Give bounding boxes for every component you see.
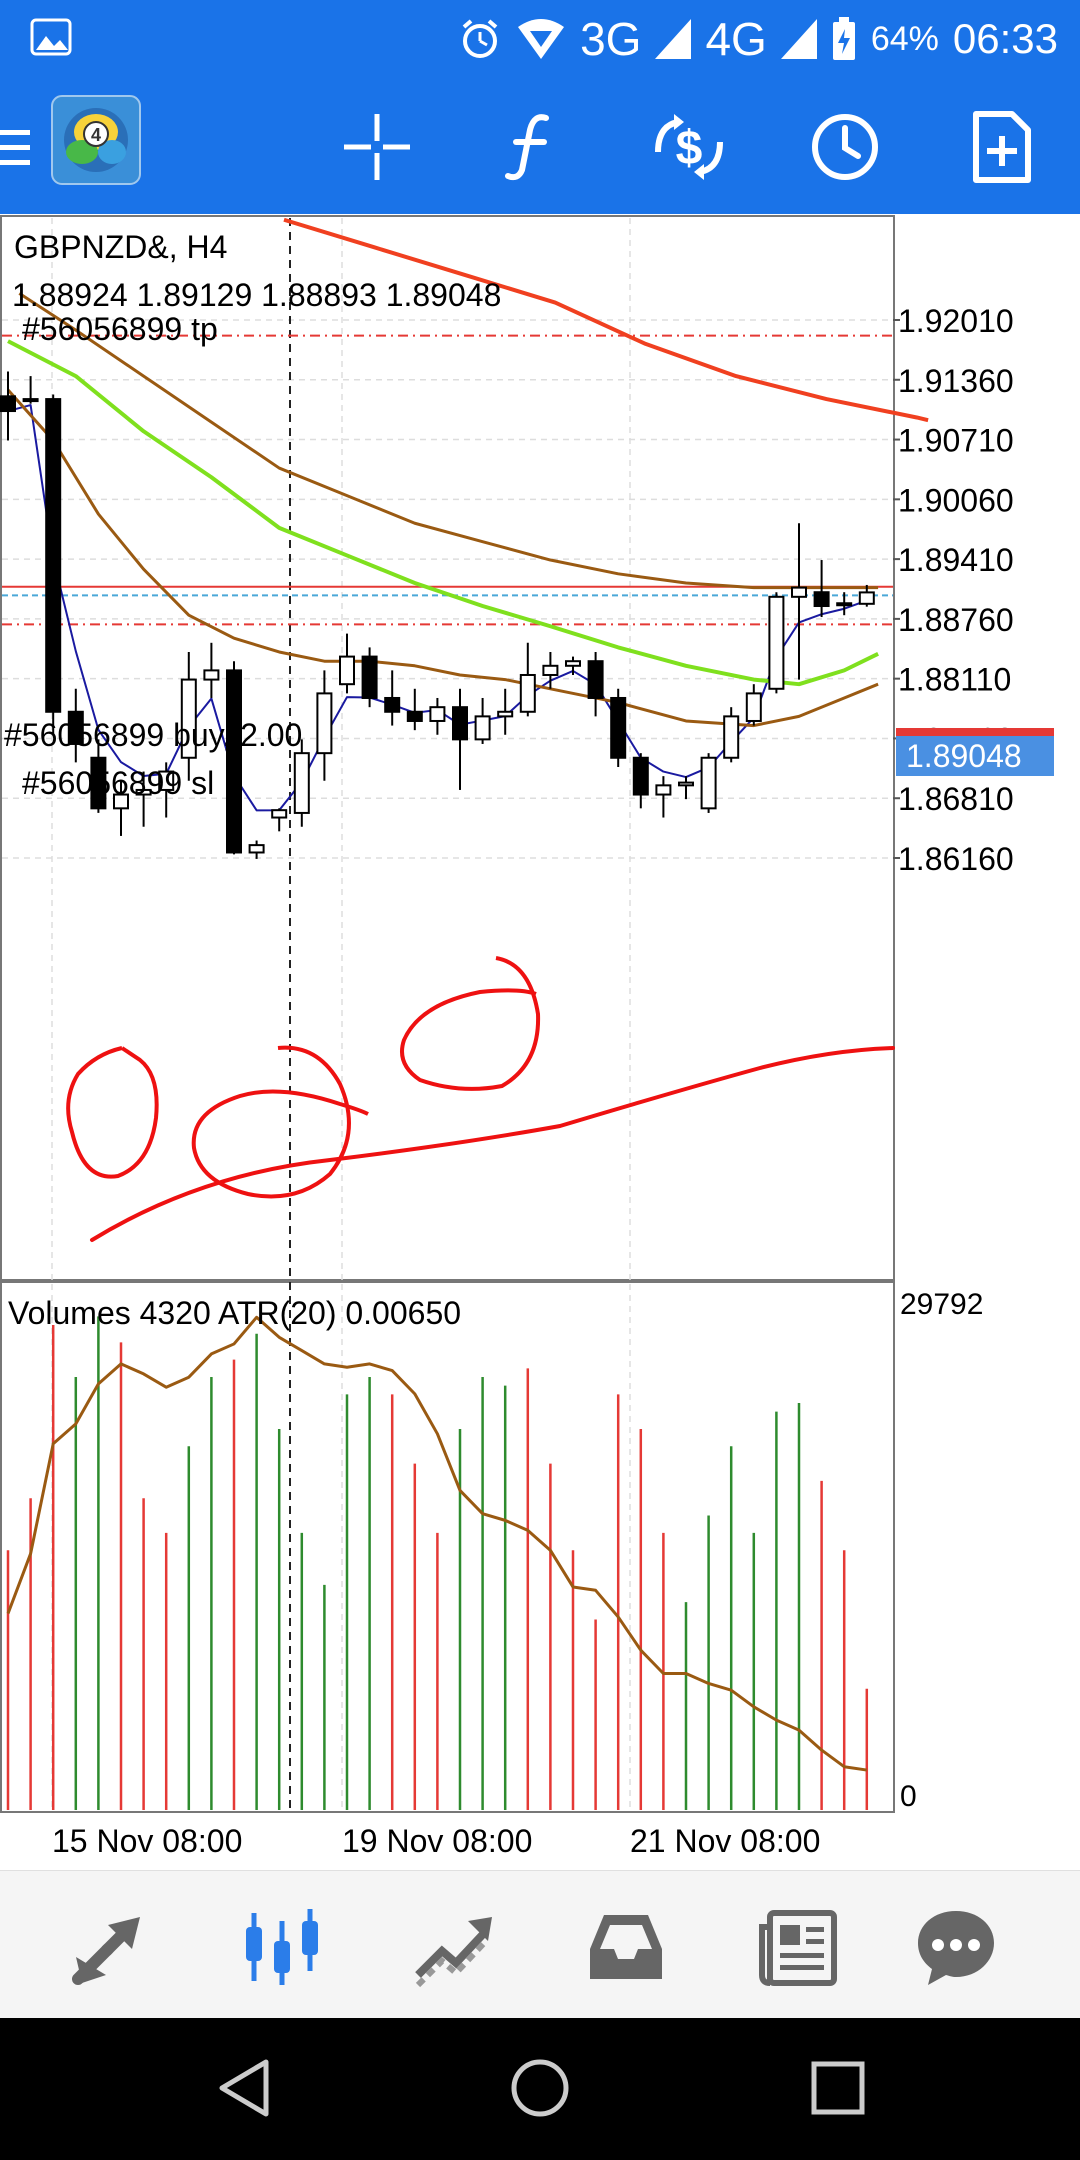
current-price-marker: 1.89048 (896, 728, 1054, 776)
signal-4g-icon (780, 19, 817, 59)
indicators-function-icon[interactable] (494, 108, 572, 186)
bottom-navigation (0, 1870, 1080, 2019)
svg-text:$: $ (676, 122, 703, 175)
home-icon[interactable] (508, 2056, 572, 2120)
nav-trade-trend-icon[interactable] (412, 1905, 496, 1989)
date-tick-label: 21 Nov 08:00 (630, 1823, 820, 1859)
clock-time: 06:33 (952, 15, 1058, 62)
candle-body (745, 692, 762, 722)
back-icon[interactable] (214, 2056, 278, 2120)
price-tick-label: 1.91360 (898, 363, 1014, 399)
nav-news-icon[interactable] (756, 1905, 840, 1989)
tp-label: #56056899 tp (22, 311, 218, 347)
price-tick-label: 1.86160 (898, 841, 1014, 877)
signal-3g-icon (655, 19, 692, 59)
image-notification-icon (30, 18, 72, 56)
sl-label: #56056899 sl (22, 765, 214, 801)
alarm-icon (462, 19, 498, 58)
nav-chart-candles-icon[interactable] (240, 1905, 324, 1989)
candle-body (452, 706, 468, 741)
price-tick-label: 1.92010 (898, 303, 1014, 339)
candle-body (655, 784, 672, 796)
candle-body (813, 591, 830, 608)
candle-body (226, 669, 242, 854)
chart-toolbar: 4 $ (0, 78, 1080, 214)
candle-body (474, 715, 491, 741)
candle-body (271, 809, 288, 819)
candle-body (836, 602, 853, 607)
candle-body (632, 756, 649, 796)
symbol-title: GBPNZD&, H4 (14, 229, 227, 265)
candle-body (519, 673, 536, 713)
candle-body (497, 710, 514, 718)
timeframe-clock-icon[interactable] (806, 108, 884, 186)
candle-body (768, 595, 785, 690)
candle-body (203, 669, 220, 681)
buy-label: #56056899 buy, 2.00 (4, 717, 302, 753)
price-tick-label: 1.86810 (898, 781, 1014, 817)
status-bar: 3G 4G 64% 06:33 (0, 0, 1080, 78)
recent-apps-icon[interactable] (806, 2056, 870, 2120)
candle-body (339, 655, 355, 686)
battery-charging-icon (832, 17, 855, 60)
metatrader-logo-icon[interactable]: 4 (50, 94, 142, 186)
candle-body (406, 710, 423, 722)
current-price-label: 1.89048 (906, 738, 1022, 774)
candle-body (791, 586, 807, 598)
price-chart[interactable]: 1.92010 1.91360 1.90710 1.90060 1.89410 1.887… (0, 214, 1080, 1870)
candle-body (316, 692, 333, 755)
candle-body (723, 715, 740, 759)
date-tick-label: 15 Nov 08:00 (52, 1823, 242, 1859)
price-axis: 1.92010 1.91360 1.90710 1.90060 1.89410 1.887… (893, 303, 1014, 877)
price-tick-label: 1.88760 (898, 602, 1014, 638)
volume-min-label: 0 (900, 1780, 917, 1813)
nav-history-inbox-icon[interactable] (584, 1905, 668, 1989)
candle-body (0, 395, 16, 413)
chart-area[interactable]: 1.92010 1.91360 1.90710 1.90060 1.89410 1.887… (0, 214, 1080, 1870)
crosshair-icon[interactable] (338, 108, 416, 186)
ohlc-readout: 1.88924 1.89129 1.88893 1.89048 (12, 277, 501, 313)
wifi-icon (518, 19, 565, 59)
candle-body (587, 660, 604, 699)
system-navigation-bar (0, 2018, 1080, 2160)
candle-body (610, 696, 627, 759)
candle-body (429, 706, 446, 722)
volume-max-label: 29792 (900, 1288, 983, 1321)
date-tick-label: 19 Nov 08:00 (342, 1823, 532, 1859)
candle-body (700, 756, 717, 810)
candle-body (565, 660, 581, 667)
menu-icon[interactable] (0, 128, 32, 168)
volume-title: Volumes 4320 ATR(20) 0.00650 (8, 1295, 461, 1331)
candle-body (858, 591, 875, 605)
trade-symbol-icon[interactable]: $ (650, 108, 728, 186)
network-4g-label: 4G (705, 13, 767, 65)
time-axis: 15 Nov 08:00 19 Nov 08:00 21 Nov 08:00 (52, 1823, 820, 1859)
price-tick-label: 1.89410 (898, 542, 1014, 578)
price-tick-label: 1.90710 (898, 423, 1014, 459)
svg-text:4: 4 (91, 125, 101, 145)
new-object-add-icon[interactable] (962, 108, 1040, 186)
plot-frame (0, 215, 895, 1813)
network-3g-label: 3G (580, 13, 642, 65)
candle-body (45, 398, 62, 713)
nav-quotes-arrows-icon[interactable] (68, 1905, 152, 1989)
price-tick-label: 1.88110 (898, 662, 1011, 698)
candle-body (361, 655, 378, 699)
candle-body (542, 664, 559, 676)
candle-body (293, 752, 310, 814)
nav-chat-icon[interactable] (914, 1905, 998, 1989)
candle-body (384, 696, 401, 713)
candle-body (678, 781, 694, 787)
price-tick-label: 1.90060 (898, 482, 1014, 518)
battery-percent: 64% (870, 19, 939, 58)
candle-body (248, 844, 265, 854)
candle-body (22, 398, 39, 403)
